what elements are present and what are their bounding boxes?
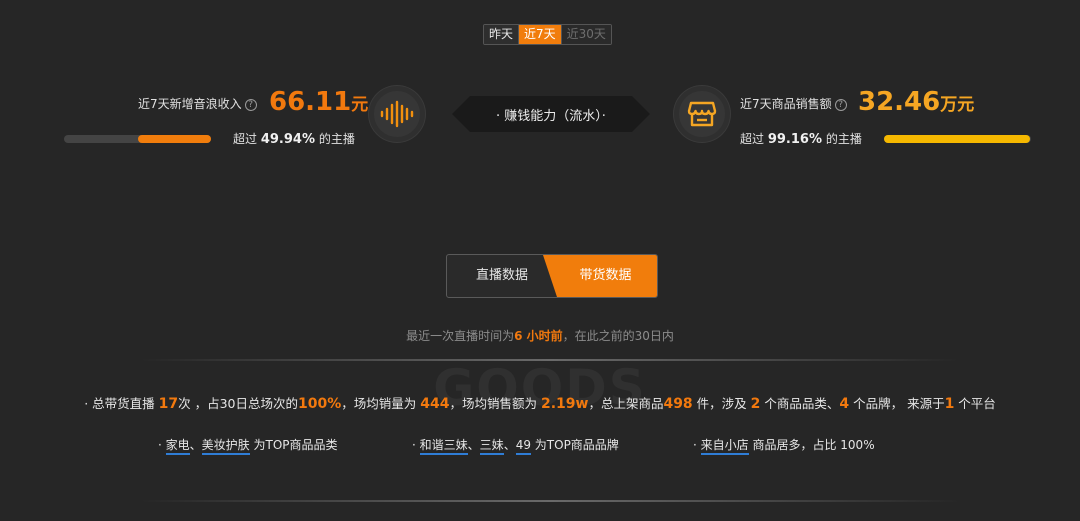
left-exceed-prefix: 超过 xyxy=(233,132,258,146)
question-circle-icon[interactable]: ? xyxy=(244,99,257,111)
tag-bullet: · xyxy=(158,438,166,452)
right-metric-unit: 万元 xyxy=(940,95,975,115)
tag-sep: 、 xyxy=(189,438,202,452)
left-metric-label-row: 近7天新增音浪收入? xyxy=(138,95,257,112)
category-link[interactable]: 美妆护肤 xyxy=(201,438,250,455)
summary-avg-sales: 444 xyxy=(420,396,450,412)
bottom-divider xyxy=(140,500,960,502)
tag-bullet: · xyxy=(412,438,420,452)
data-type-tabs: 直播数据 带货数据 xyxy=(446,254,658,298)
sound-wave-icon xyxy=(369,86,425,142)
tab-yesterday[interactable]: 昨天 xyxy=(484,25,520,44)
right-metric-label-row: 近7天商品销售额? xyxy=(740,95,847,112)
question-circle-icon[interactable]: ? xyxy=(834,99,847,111)
category-link[interactable]: 家电 xyxy=(165,438,190,455)
tag-suffix: 商品居多，占比 100% xyxy=(748,438,875,452)
left-metric-value: 66.11 xyxy=(269,87,352,117)
summary-categories: 2 xyxy=(750,396,761,412)
summary-text: 个品牌， 来源于 xyxy=(849,396,945,411)
tag-bullet: · xyxy=(693,438,701,452)
last-live-notice: 最近一次直播时间为6 小时前，在此之前的30日内 xyxy=(0,327,1080,344)
goods-summary: · 总带货直播 17次 ，占30日总场次的100%，场均销量为 444，场均销售… xyxy=(0,393,1080,412)
brand-link[interactable]: 49 xyxy=(515,438,531,455)
left-progress-fill xyxy=(137,135,211,143)
tab-goods-data[interactable]: 带货数据 xyxy=(543,255,657,297)
left-exceed-suffix: 的主播 xyxy=(318,132,355,146)
summary-text: 个商品品类、 xyxy=(760,396,840,411)
summary-platforms: 1 xyxy=(944,396,955,412)
tab-last-30-days[interactable]: 近30天 xyxy=(560,25,611,44)
right-exceed-suffix: 的主播 xyxy=(825,132,862,146)
earning-ability-banner: · 赚钱能力（流水）· xyxy=(452,96,650,132)
brand-link[interactable]: 和谐三妹 xyxy=(419,438,468,455)
brand-link[interactable]: 三妹 xyxy=(479,438,504,455)
tag-suffix: 为TOP商品品类 xyxy=(249,438,338,452)
source-line: · 来自小店 商品居多，占比 100% xyxy=(693,436,875,455)
summary-live-count: 17 xyxy=(158,396,179,412)
right-metric-exceed: 超过 99.16% 的主播 xyxy=(740,130,862,147)
right-metric-value: 32.46 xyxy=(858,87,941,117)
tab-live-data[interactable]: 直播数据 xyxy=(447,255,557,297)
left-progress-bar xyxy=(64,135,211,143)
summary-brands: 4 xyxy=(839,396,850,412)
summary-ratio: 100% xyxy=(297,396,342,412)
summary-text: ，场均销量为 xyxy=(341,396,421,411)
summary-text: 次 ，占30日总场次的 xyxy=(178,396,298,411)
period-tabs: 昨天 近7天 近30天 xyxy=(483,24,612,45)
tab-last-7-days[interactable]: 近7天 xyxy=(519,25,561,44)
notice-suffix: ，在此之前的30日内 xyxy=(562,329,674,343)
right-metric-label: 近7天商品销售额 xyxy=(740,97,832,111)
top-category-line: · 家电、美妆护肤 为TOP商品品类 xyxy=(158,436,338,455)
notice-time: 6 小时前 xyxy=(514,329,563,343)
tag-suffix: 为TOP商品品牌 xyxy=(530,438,619,452)
summary-avg-amount: 2.19w xyxy=(540,396,589,412)
summary-text: 个平台 xyxy=(954,396,996,411)
left-exceed-value: 49.94% xyxy=(260,132,315,147)
summary-text: ，总上架商品 xyxy=(588,396,664,411)
left-metric-exceed: 超过 49.94% 的主播 xyxy=(233,130,355,147)
tag-sep: 、 xyxy=(467,438,480,452)
summary-text: ，场均销售额为 xyxy=(449,396,541,411)
right-progress-fill xyxy=(884,135,1030,143)
source-link[interactable]: 来自小店 xyxy=(700,438,749,455)
right-exceed-value: 99.16% xyxy=(767,132,822,147)
left-metric-value-row: 66.11元 xyxy=(269,87,368,120)
notice-prefix: 最近一次直播时间为 xyxy=(406,329,515,343)
tag-sep: 、 xyxy=(503,438,516,452)
right-progress-bar xyxy=(884,135,1031,143)
top-brand-line: · 和谐三妹、三妹、49 为TOP商品品牌 xyxy=(412,436,619,455)
right-exceed-prefix: 超过 xyxy=(740,132,765,146)
left-metric-unit: 元 xyxy=(351,95,369,115)
summary-products: 498 xyxy=(663,396,693,412)
left-metric-label: 近7天新增音浪收入 xyxy=(138,97,242,111)
shop-icon xyxy=(674,86,730,142)
summary-text: · 总带货直播 xyxy=(84,396,159,411)
summary-text: 件，涉及 xyxy=(692,396,751,411)
right-metric-value-row: 32.46万元 xyxy=(858,87,974,120)
